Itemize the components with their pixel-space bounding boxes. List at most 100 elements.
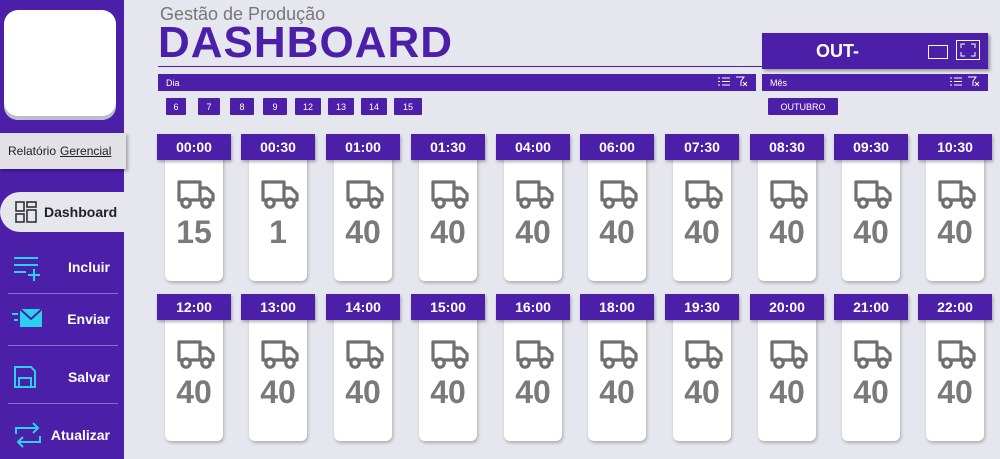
- refresh-button[interactable]: Atualizar: [8, 408, 118, 459]
- card-time: 07:30: [665, 134, 739, 160]
- time-card: 08:30 40: [750, 134, 824, 281]
- day-chip[interactable]: 6: [166, 98, 186, 115]
- truck-icon: [684, 178, 724, 214]
- card-time: 21:00: [834, 294, 908, 320]
- time-card: 15:00 40: [411, 294, 485, 441]
- card-value: 40: [515, 374, 551, 410]
- day-chip[interactable]: 14: [361, 98, 387, 115]
- truck-icon: [345, 338, 385, 374]
- time-card: 04:00 40: [496, 134, 570, 281]
- month-chip-outubro[interactable]: OUTUBRO: [768, 98, 838, 115]
- clear-filter-icon[interactable]: [736, 76, 748, 87]
- day-slicer-title: Dia: [166, 77, 180, 88]
- multi-select-icon[interactable]: [718, 76, 730, 87]
- card-time: 01:30: [411, 134, 485, 160]
- focus-mode-icon[interactable]: [928, 45, 948, 59]
- truck-icon: [599, 338, 639, 374]
- day-chip[interactable]: 15: [394, 98, 422, 115]
- clear-filter-icon[interactable]: [968, 76, 980, 87]
- card-time: 06:00: [580, 134, 654, 160]
- time-card: 00:30 1: [241, 134, 315, 281]
- day-chip[interactable]: 7: [198, 98, 220, 115]
- include-label: Incluir: [67, 258, 110, 275]
- truck-icon: [176, 338, 216, 374]
- time-card: 01:30 40: [411, 134, 485, 281]
- card-value: 40: [769, 214, 805, 250]
- send-label: Enviar: [67, 310, 110, 327]
- report-label[interactable]: Relatório Gerencial: [0, 133, 126, 169]
- card-time: 08:30: [750, 134, 824, 160]
- report-label-prefix: Relatório: [8, 144, 57, 158]
- card-value: 40: [853, 214, 889, 250]
- card-value: 40: [937, 214, 973, 250]
- card-time: 10:30: [918, 134, 992, 160]
- truck-icon: [853, 178, 893, 214]
- card-time: 12:00: [157, 294, 231, 320]
- time-card: 14:00 40: [326, 294, 400, 441]
- truck-icon: [853, 338, 893, 374]
- include-button[interactable]: Incluir: [8, 240, 118, 294]
- time-card: 18:00 40: [580, 294, 654, 441]
- multi-select-icon[interactable]: [950, 76, 962, 87]
- card-value: 40: [937, 374, 973, 410]
- send-button[interactable]: Enviar: [8, 292, 118, 346]
- page-title: DASHBOARD: [158, 18, 453, 67]
- card-value: 40: [345, 374, 381, 410]
- time-card: 09:30 40: [834, 134, 908, 281]
- title-underline: [158, 66, 762, 67]
- time-card: 06:00 40: [580, 134, 654, 281]
- truck-icon: [430, 178, 470, 214]
- save-label: Salvar: [67, 368, 110, 385]
- month-slicer-header: Mês: [762, 74, 988, 91]
- card-value: 40: [684, 214, 720, 250]
- card-value: 40: [684, 374, 720, 410]
- truck-icon: [937, 338, 977, 374]
- truck-icon: [430, 338, 470, 374]
- card-time: 20:00: [750, 294, 824, 320]
- truck-icon: [769, 178, 809, 214]
- card-value: 40: [769, 374, 805, 410]
- save-button[interactable]: Salvar: [8, 350, 118, 404]
- refresh-label: Atualizar: [50, 427, 110, 443]
- card-time: 22:00: [918, 294, 992, 320]
- month-slicer-title: Mês: [770, 77, 788, 88]
- save-icon: [14, 365, 36, 388]
- card-value: 40: [260, 374, 296, 410]
- card-value: 40: [176, 374, 212, 410]
- card-time: 04:00: [496, 134, 570, 160]
- day-chip[interactable]: 12: [295, 98, 321, 115]
- card-value: 40: [345, 214, 381, 250]
- day-chip[interactable]: 8: [230, 98, 254, 115]
- month-card-value: OUT-: [816, 41, 859, 61]
- truck-icon: [515, 338, 555, 374]
- time-card: 22:00 40: [918, 294, 992, 441]
- truck-icon: [176, 178, 216, 214]
- expand-icon[interactable]: [956, 40, 980, 60]
- card-time: 15:00: [411, 294, 485, 320]
- card-time: 09:30: [834, 134, 908, 160]
- card-value: 1: [269, 214, 287, 250]
- time-card: 20:00 40: [750, 294, 824, 441]
- card-value: 40: [853, 374, 889, 410]
- card-time: 13:00: [241, 294, 315, 320]
- card-value: 40: [599, 374, 635, 410]
- dashboard-button[interactable]: Dashboard: [0, 192, 126, 232]
- time-card: 10:30 40: [918, 134, 992, 281]
- add-list-icon: [14, 256, 40, 281]
- time-card: 01:00 40: [326, 134, 400, 281]
- day-slicer-header: Dia: [158, 74, 756, 91]
- day-chip[interactable]: 9: [263, 98, 287, 115]
- card-value: 40: [430, 374, 466, 410]
- time-card: 21:00 40: [834, 294, 908, 441]
- report-label-suffix: Gerencial: [60, 144, 112, 158]
- time-card: 19:30 40: [665, 294, 739, 441]
- card-time: 00:30: [241, 134, 315, 160]
- card-time: 00:00: [157, 134, 231, 160]
- truck-icon: [599, 178, 639, 214]
- dashboard-icon: [15, 201, 37, 223]
- time-card: 00:00 15: [157, 134, 231, 281]
- truck-icon: [769, 338, 809, 374]
- card-time: 01:00: [326, 134, 400, 160]
- day-chip[interactable]: 13: [328, 98, 354, 115]
- truck-icon: [345, 178, 385, 214]
